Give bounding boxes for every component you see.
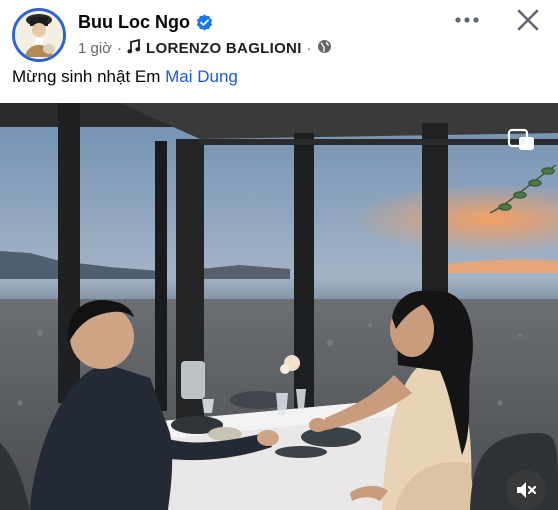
expand-icon [507,128,534,150]
meta-separator: · [306,40,312,57]
post-time[interactable]: 1 giờ [78,40,112,57]
meta-separator: · [117,40,123,57]
author-avatar[interactable] [12,8,66,62]
expand-button[interactable] [506,124,538,156]
author-row: Buu Loc Ngo [78,12,213,33]
verified-badge-icon [196,14,213,31]
close-button[interactable] [512,4,544,36]
post-meta: 1 giờ · LORENZO BAGLIONI · [78,38,332,58]
close-icon [517,9,539,31]
post-photo[interactable] [0,103,558,510]
mute-button[interactable] [506,470,546,510]
caption-text: Mừng sinh nhật Em [12,67,166,86]
tagged-person-link[interactable]: Mai Dung [165,67,238,86]
volume-mute-icon [517,482,537,498]
author-name[interactable]: Buu Loc Ngo [78,12,190,33]
dinner-scene-image [0,103,558,510]
more-options-button[interactable] [449,8,485,32]
more-options-icon [455,17,479,23]
song-title[interactable]: LORENZO BAGLIONI [146,40,302,57]
music-note-icon [127,38,141,58]
post-header: Buu Loc Ngo 1 giờ · LORENZO BAGLIONI · M… [0,0,558,100]
globe-icon[interactable] [317,39,332,58]
avatar-image [15,11,63,59]
post-caption: Mừng sinh nhật Em Mai Dung [12,67,238,87]
